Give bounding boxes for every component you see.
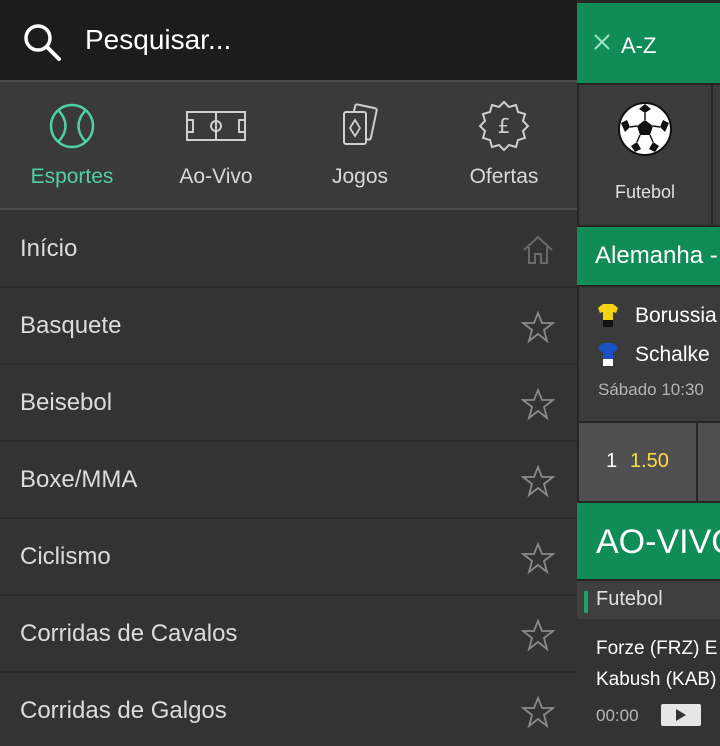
menu-item-label: Início [20,235,78,262]
star-icon[interactable] [521,387,555,421]
search-bar[interactable]: Pesquisar... [0,0,577,80]
menu-item-corridas-de-cavalos[interactable]: Corridas de Cavalos [0,596,577,673]
menu-item-ciclismo[interactable]: Ciclismo [0,519,577,596]
league-title: Alemanha - [595,242,718,269]
tab-ao-vivo[interactable]: Ao-Vivo [144,82,288,208]
az-header[interactable]: A-Z [577,3,720,83]
tab-label: Ao-Vivo [179,165,253,188]
category-tabs: Esportes Ao-Vivo Jogos £ Ofertas [0,80,577,210]
menu-item-beisebol[interactable]: Beisebol [0,365,577,442]
sport-tile-next[interactable] [713,85,720,225]
star-icon[interactable] [521,464,555,498]
main-content: A-Z Futebol Alemanha - Borussia Schalke … [577,0,720,746]
live-team-2: Kabush (KAB) [596,669,717,690]
tab-label: Ofertas [469,165,539,188]
star-icon[interactable] [521,618,555,652]
pound-badge-icon: £ [478,100,530,152]
live-title: AO-VIVO [596,523,720,561]
az-label: A-Z [621,33,657,58]
live-match-card[interactable]: Forze (FRZ) E Kabush (KAB) 00:00 [577,619,720,746]
tab-ofertas[interactable]: £ Ofertas [432,82,576,208]
menu-item-label: Corridas de Cavalos [20,620,238,647]
live-sport-header: Futebol [577,581,720,619]
home-team: Borussia [597,303,717,329]
match-card[interactable]: Borussia Schalke Sábado 10:30 [579,287,720,421]
league-header[interactable]: Alemanha - [577,227,720,285]
tab-esportes[interactable]: Esportes [0,82,144,208]
odds-button-home[interactable]: 1 1.50 [579,423,696,501]
away-team-name: Schalke [635,343,710,366]
tab-label: Esportes [30,165,114,188]
field-icon [186,111,246,141]
menu-item-corridas-de-galgos[interactable]: Corridas de Galgos [0,673,577,746]
menu-item-boxe-mma[interactable]: Boxe/MMA [0,442,577,519]
live-sport-label: Futebol [596,588,663,610]
star-icon[interactable] [521,541,555,575]
menu-item-label: Beisebol [20,389,113,416]
blue-jersey-icon [598,343,618,366]
odds-value: 1.50 [630,450,669,472]
away-team: Schalke [597,342,710,368]
cards-icon [343,103,378,145]
match-time: Sábado 10:30 [598,380,704,399]
live-team-1: Forze (FRZ) E [596,638,718,659]
sports-menu: Pesquisar... Esportes Ao-Vivo Jogos £ Of… [0,0,577,746]
star-icon[interactable] [521,695,555,729]
ball-icon [49,103,95,149]
live-header[interactable]: AO-VIVO [577,503,720,579]
search-icon[interactable] [22,22,62,62]
svg-text:£: £ [498,114,511,138]
search-input[interactable]: Pesquisar... [85,24,231,56]
odds-button-draw[interactable] [698,423,720,501]
home-icon[interactable] [521,233,555,267]
live-sport-marker [584,591,588,613]
sport-tile-futebol[interactable]: Futebol [579,85,711,225]
odds-label: 1 [606,450,618,472]
menu-item-label: Boxe/MMA [20,466,138,493]
close-icon[interactable] [593,33,611,51]
star-icon[interactable] [521,310,555,344]
home-team-name: Borussia [635,304,717,327]
soccer-ball-icon [618,102,672,156]
menu-item-label: Ciclismo [20,543,111,570]
sport-list: Início Basquete Beisebol Boxe/MMA Ciclis… [0,211,577,746]
menu-item-basquete[interactable]: Basquete [0,288,577,365]
menu-item-inicio[interactable]: Início [0,211,577,288]
sport-tile-label: Futebol [614,182,676,202]
live-clock: 00:00 [596,706,639,725]
menu-item-label: Corridas de Galgos [20,697,227,724]
tab-jogos[interactable]: Jogos [288,82,432,208]
tab-label: Jogos [331,165,389,188]
play-icon [676,709,686,721]
menu-item-label: Basquete [20,312,122,339]
yellow-jersey-icon [598,304,618,327]
play-button[interactable] [661,704,701,726]
